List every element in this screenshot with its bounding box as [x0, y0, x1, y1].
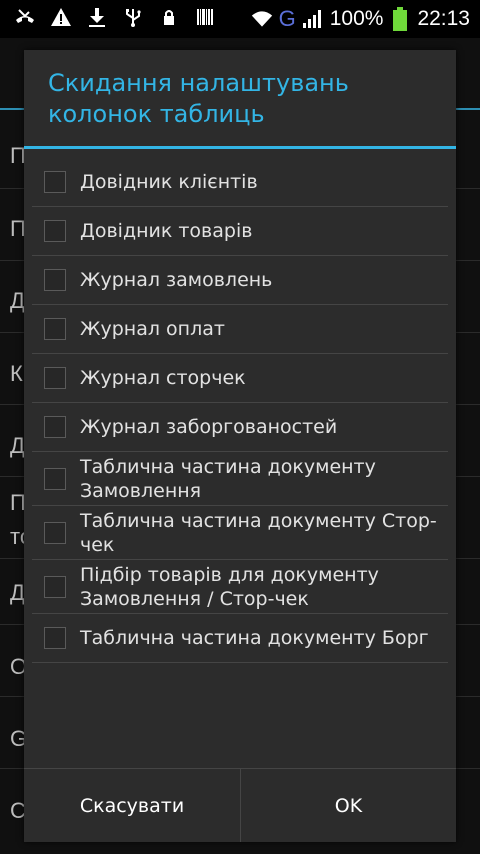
checkbox[interactable] [44, 575, 66, 598]
ok-button[interactable]: OK [240, 769, 456, 842]
checkbox[interactable] [44, 367, 66, 389]
barcode-icon [194, 6, 216, 28]
wifi-icon [251, 8, 273, 30]
option-label: Журнал заборгованостей [80, 416, 338, 438]
cancel-button[interactable]: Скасувати [24, 769, 240, 842]
usb-icon [122, 6, 144, 28]
clock: 22:13 [417, 7, 470, 30]
option-label: Журнал сторчек [80, 367, 246, 389]
option-label: Журнал оплат [80, 318, 225, 340]
checkbox[interactable] [44, 171, 66, 193]
option-row[interactable]: Журнал заборгованостей [32, 403, 448, 452]
option-row[interactable]: Довідник товарів [32, 207, 448, 256]
system-status: G 100% 22:13 [251, 0, 470, 38]
option-label: Підбір товарів для документу Замовлення … [80, 563, 379, 610]
checkbox[interactable] [44, 416, 66, 438]
option-label: Таблична частина документу Борг [80, 627, 429, 649]
option-row[interactable]: Журнал сторчек [32, 354, 448, 403]
option-label: Довідник клієнтів [80, 171, 258, 193]
option-row[interactable]: Довідник клієнтів [32, 158, 448, 207]
title-divider [24, 146, 456, 149]
checkbox[interactable] [44, 467, 66, 490]
checkbox[interactable] [44, 269, 66, 291]
option-row[interactable]: Журнал замовлень [32, 256, 448, 305]
checkbox[interactable] [44, 521, 66, 544]
option-row[interactable]: Підбір товарів для документу Замовлення … [32, 560, 448, 614]
missed-call-icon [14, 6, 36, 28]
notification-icons [14, 6, 216, 28]
option-label: Журнал замовлень [80, 269, 273, 291]
option-label: Довідник товарів [80, 220, 253, 242]
status-bar: G 100% 22:13 [0, 0, 480, 38]
option-label: Таблична частина документу Замовлення [80, 455, 376, 502]
signal-icon [302, 8, 324, 30]
battery-percent: 100% [329, 7, 384, 30]
option-row[interactable]: Журнал оплат [32, 305, 448, 354]
network-type: G [278, 6, 296, 31]
options-list: Довідник клієнтів Довідник товарів Журна… [32, 158, 448, 663]
lock-icon [158, 6, 180, 28]
checkbox[interactable] [44, 220, 66, 242]
download-icon [86, 6, 108, 28]
checkbox[interactable] [44, 318, 66, 340]
option-row[interactable]: Таблична частина документу Стор-чек [32, 506, 448, 560]
option-label: Таблична частина документу Стор-чек [80, 509, 437, 556]
reset-columns-dialog: Скидання налаштувань колонок таблиць Дов… [24, 50, 456, 842]
dialog-title: Скидання налаштувань колонок таблиць [48, 69, 349, 128]
battery-icon [389, 7, 411, 31]
checkbox[interactable] [44, 627, 66, 649]
option-row[interactable]: Таблична частина документу Борг [32, 614, 448, 663]
option-row[interactable]: Таблична частина документу Замовлення [32, 452, 448, 506]
warning-icon [50, 6, 72, 28]
